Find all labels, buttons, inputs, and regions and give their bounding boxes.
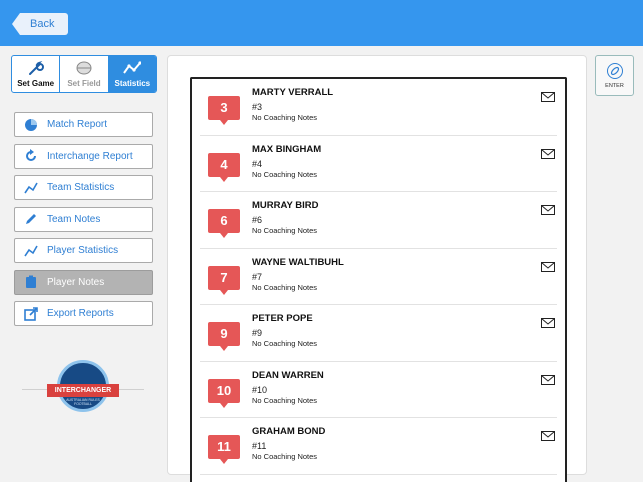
player-number-badge: 10	[208, 378, 240, 408]
player-name: PETER POPE	[252, 313, 313, 324]
logo-text: INTERCHANGER	[47, 384, 119, 397]
menu-team-statistics[interactable]: Team Statistics	[14, 175, 153, 200]
menu-label: Export Reports	[47, 308, 114, 319]
player-tag: #9	[252, 328, 263, 338]
player-number-badge: 9	[208, 322, 240, 351]
player-row[interactable]: 10 DEAN WARREN #10 No Coaching Notes	[200, 362, 557, 418]
mail-icon[interactable]	[541, 431, 555, 441]
player-notes-status: No Coaching Notes	[252, 226, 318, 235]
mail-icon[interactable]	[541, 318, 555, 328]
segment-label: Set Game	[17, 79, 55, 88]
player-row[interactable]: 11 GRAHAM BOND #11 No Coaching Notes	[200, 418, 557, 475]
player-name: GRAHAM BOND	[252, 426, 326, 437]
player-tag: #11	[252, 441, 267, 451]
segment-label: Statistics	[114, 79, 151, 88]
player-tag: #4	[252, 158, 263, 169]
segment-set-field[interactable]: Set Field	[60, 56, 109, 92]
wrench-icon	[28, 58, 44, 78]
line-chart-icon	[23, 180, 39, 196]
pencil-icon	[23, 211, 39, 227]
export-icon	[23, 306, 39, 322]
top-bar: Back	[0, 0, 643, 46]
segment-label: Set Field	[67, 79, 101, 88]
football-icon	[606, 62, 623, 79]
player-row[interactable]: 4 MAX BINGHAM #4 No Coaching Notes	[200, 136, 557, 192]
menu-export-reports[interactable]: Export Reports	[14, 301, 153, 326]
segment-statistics[interactable]: Statistics	[108, 56, 156, 92]
player-row[interactable]: 7 WAYNE WALTIBUHL #7 No Coaching Notes	[200, 249, 557, 305]
menu-player-notes[interactable]: Player Notes	[14, 269, 153, 295]
menu-label: Player Statistics	[47, 245, 119, 256]
interchanger-logo: INTERCHANGER AUSTRALIAN RULES FOOTBALL	[47, 360, 119, 422]
back-button[interactable]: Back	[12, 13, 69, 35]
mail-icon[interactable]	[541, 374, 555, 385]
menu-match-report[interactable]: Match Report	[14, 112, 153, 137]
mail-icon[interactable]	[541, 261, 555, 272]
player-name: WAYNE WALTIBUHL	[252, 256, 344, 268]
player-row[interactable]: 6 MURRAY BIRD #6 No Coaching Notes	[200, 192, 557, 249]
field-icon	[76, 58, 92, 78]
player-row[interactable]: 9 PETER POPE #9 No Coaching Notes	[200, 305, 557, 362]
refresh-icon	[23, 148, 39, 164]
logo-subtext: AUSTRALIAN RULES FOOTBALL	[66, 398, 100, 406]
line-chart-icon	[23, 243, 39, 259]
player-notes-status: No Coaching Notes	[252, 395, 318, 405]
player-number-badge: 11	[208, 435, 240, 464]
player-row[interactable]: 3 MARTY VERRALL #3 No Coaching Notes	[200, 79, 557, 136]
player-tag: #3	[252, 102, 263, 112]
player-notes-status: No Coaching Notes	[252, 282, 318, 292]
player-name: DEAN WARREN	[252, 369, 324, 381]
player-tag: #7	[252, 271, 263, 282]
player-tag: #6	[252, 215, 263, 225]
player-number-badge: 7	[208, 265, 240, 295]
player-number-badge: 3	[208, 96, 240, 125]
mail-icon[interactable]	[541, 205, 555, 215]
player-list: 3 MARTY VERRALL #3 No Coaching Notes 4 M…	[190, 77, 567, 482]
menu-label: Interchange Report	[47, 150, 133, 162]
mode-segmented-control: Set Game Set Field Statistics	[11, 55, 157, 93]
report-menu: Match Report Interchange Report Team Sta…	[14, 112, 153, 333]
player-tag: #10	[252, 384, 268, 395]
player-name: MAX BINGHAM	[252, 143, 322, 155]
player-name: MARTY VERRALL	[252, 87, 334, 98]
segment-set-game[interactable]: Set Game	[12, 56, 61, 92]
menu-label: Team Statistics	[47, 182, 115, 193]
menu-interchange-report[interactable]: Interchange Report	[14, 143, 153, 169]
mail-icon[interactable]	[541, 92, 555, 102]
menu-team-notes[interactable]: Team Notes	[14, 206, 153, 232]
player-number-badge: 6	[208, 209, 240, 238]
menu-label: Player Notes	[47, 276, 105, 288]
player-name: MURRAY BIRD	[252, 200, 319, 211]
player-notes-status: No Coaching Notes	[252, 452, 318, 461]
mail-icon[interactable]	[541, 148, 555, 159]
menu-label: Match Report	[47, 119, 108, 130]
clipboard-icon	[23, 274, 39, 290]
player-notes-status: No Coaching Notes	[252, 113, 318, 122]
enter-button[interactable]: ENTER	[595, 55, 634, 96]
player-notes-status: No Coaching Notes	[252, 339, 318, 348]
menu-label: Team Notes	[47, 213, 101, 225]
pie-chart-icon	[23, 117, 39, 133]
menu-player-statistics[interactable]: Player Statistics	[14, 238, 153, 263]
line-chart-icon	[123, 58, 142, 78]
player-number-badge: 4	[208, 152, 240, 182]
player-notes-status: No Coaching Notes	[252, 169, 318, 179]
enter-label: ENTER	[605, 82, 624, 89]
